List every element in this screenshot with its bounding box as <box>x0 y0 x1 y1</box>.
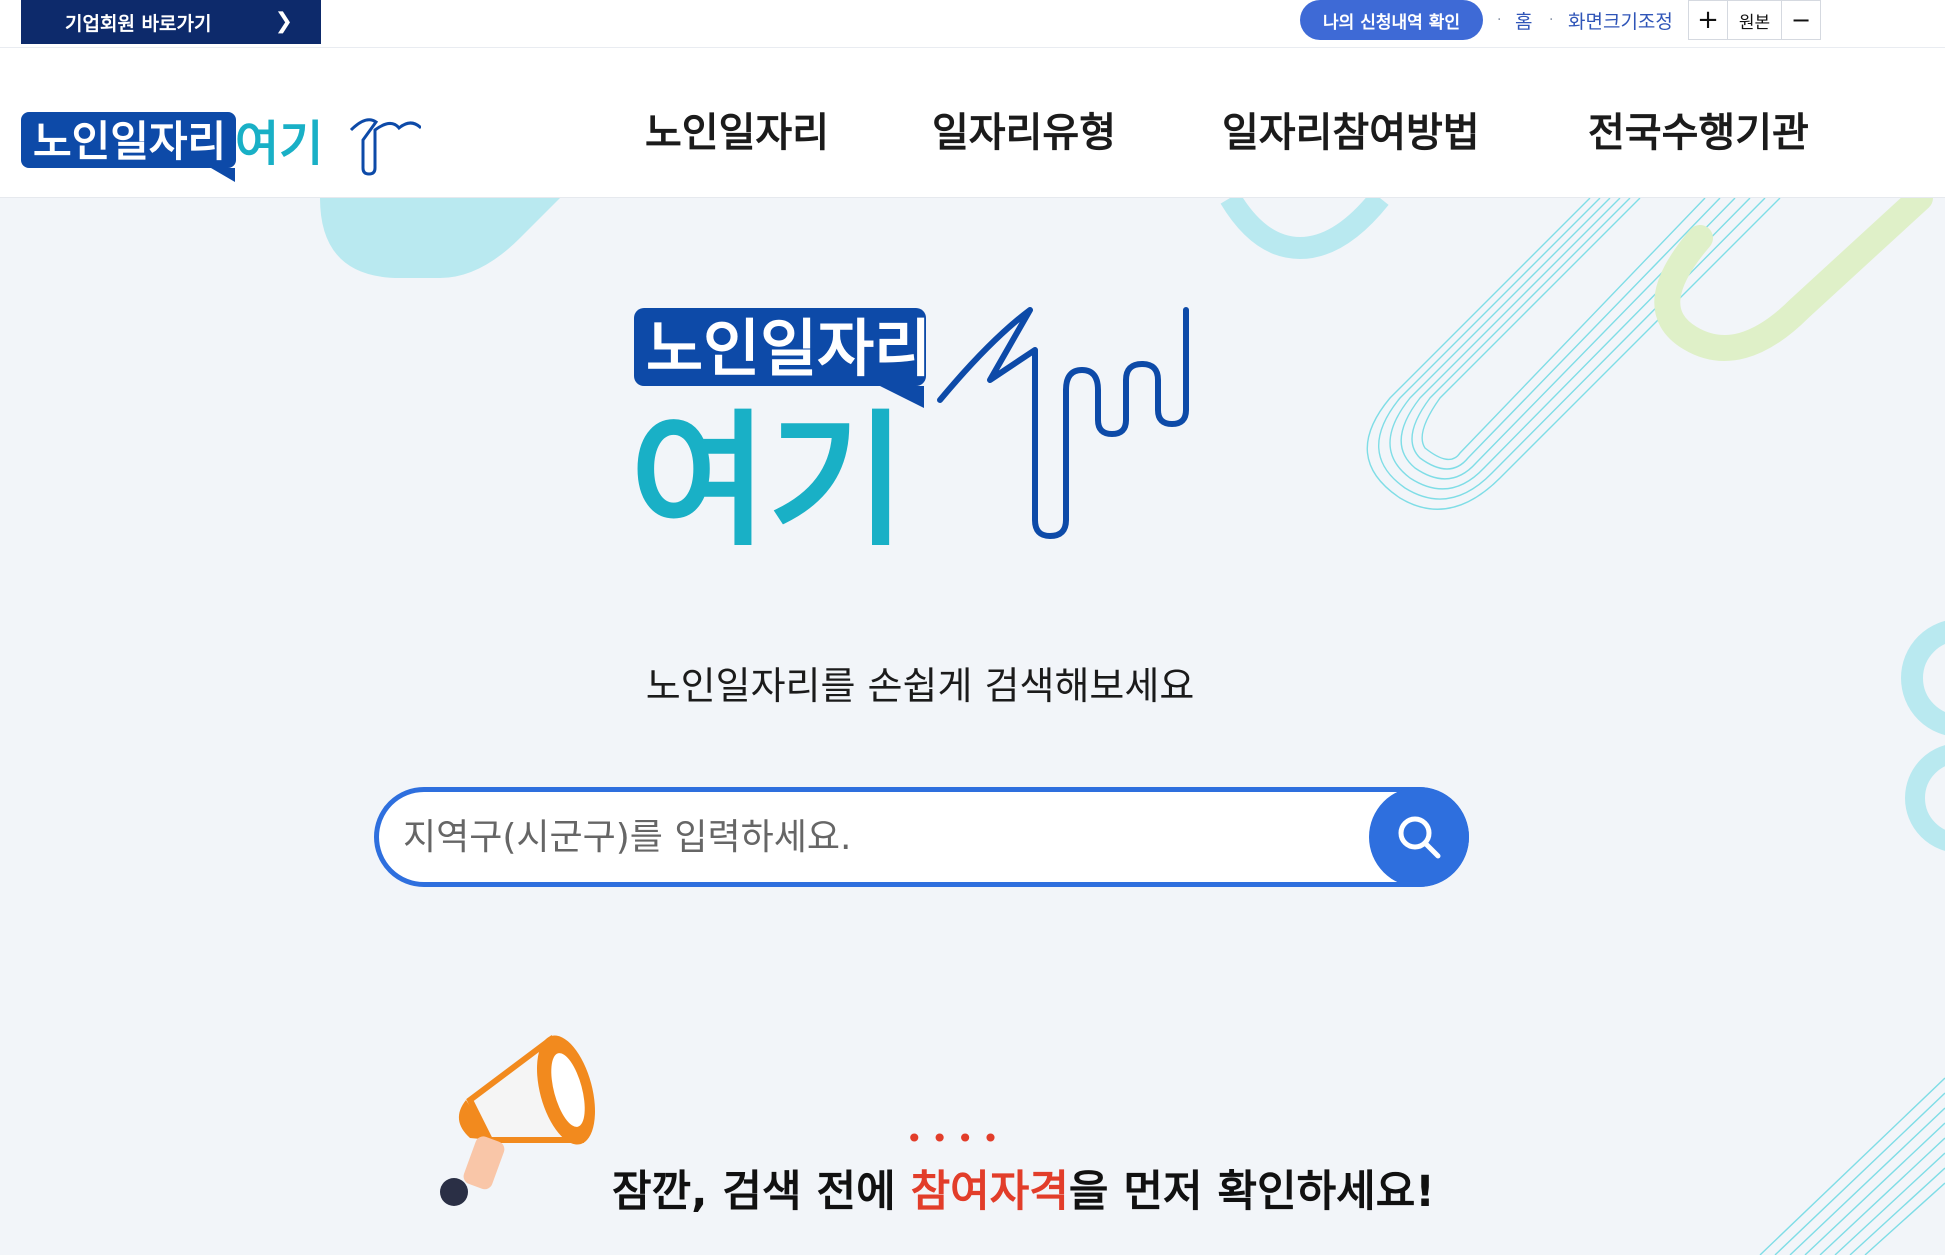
nav-how-to-participate[interactable]: 일자리참여방법 <box>1222 100 1480 158</box>
separator-dot: · <box>1497 12 1502 28</box>
utility-bar: 기업회원 바로가기 ❯ 나의 신청내역 확인 · 홈 · 화면크기조정 + 원본… <box>0 0 1945 48</box>
my-application-button[interactable]: 나의 신청내역 확인 <box>1300 0 1483 40</box>
nav-job-types[interactable]: 일자리유형 <box>932 100 1116 158</box>
notice-highlight[interactable]: 참여자격 <box>911 1167 1069 1217</box>
hero-title: 노인일자리를 손쉽게 검색해보세요 <box>645 664 1195 708</box>
chevron-right-icon: ❯ <box>274 9 293 34</box>
search-icon <box>1398 816 1441 859</box>
font-size-adjust-label: 화면크기조정 <box>1568 11 1673 33</box>
hero-logo-text-primary: 노인일자리 <box>646 312 931 385</box>
search-box <box>374 787 1469 887</box>
zoom-reset-button[interactable]: 원본 <box>1727 0 1782 40</box>
zoom-out-button[interactable]: − <box>1781 0 1821 40</box>
notice-suffix: 을 먼저 확인하세요! <box>1068 1167 1435 1217</box>
search-button[interactable] <box>1369 787 1469 887</box>
notice-prefix: 잠깐, 검색 전에 <box>612 1167 911 1217</box>
highlight-dots: • • • • <box>906 1122 999 1155</box>
corporate-member-label: 기업회원 바로가기 <box>65 12 212 35</box>
zoom-in-button[interactable]: + <box>1688 0 1728 40</box>
pointing-finger-icon <box>937 307 1189 539</box>
home-link[interactable]: 홈 <box>1515 7 1532 34</box>
logo-text-primary: 노인일자리 <box>33 117 226 166</box>
hero-logo: 노인일자리 여기 <box>630 307 1189 545</box>
main-header: 노인일자리 여기 노인일자리 일자리유형 일자리참여방법 전국수행기관 <box>0 48 1945 198</box>
corporate-member-link[interactable]: 기업회원 바로가기 ❯ <box>21 0 321 44</box>
region-search-input[interactable] <box>403 806 1343 868</box>
separator-dot: · <box>1549 12 1554 28</box>
site-logo[interactable]: 노인일자리 여기 <box>21 90 421 210</box>
logo-text-secondary: 여기 <box>235 116 323 172</box>
megaphone-icon <box>440 1035 595 1206</box>
eligibility-notice: 잠깐, 검색 전에 참여자격을 먼저 확인하세요! <box>612 1157 1435 1219</box>
nav-senior-jobs[interactable]: 노인일자리 <box>645 100 829 158</box>
hero-logo-text-secondary: 여기 <box>630 397 906 545</box>
nav-nationwide-agencies[interactable]: 전국수행기관 <box>1588 100 1809 158</box>
